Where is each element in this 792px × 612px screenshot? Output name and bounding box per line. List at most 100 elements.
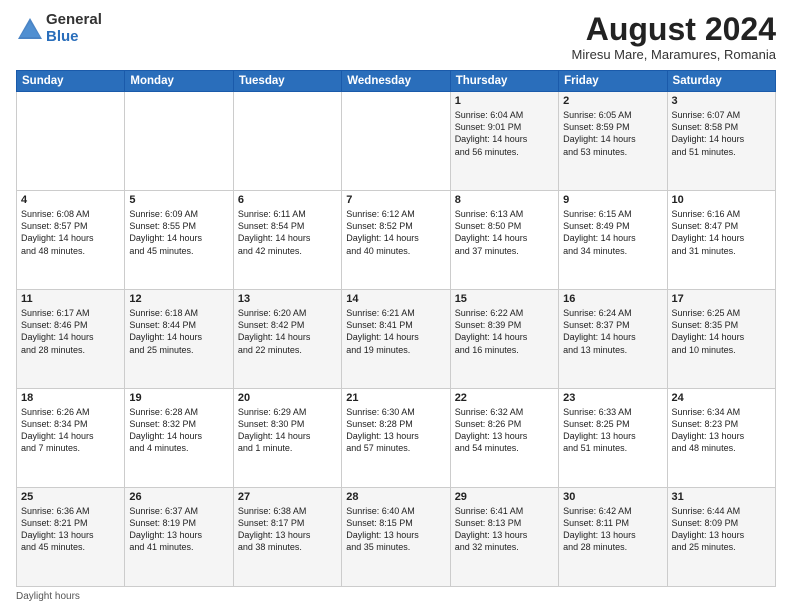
day-number: 29 <box>455 491 554 503</box>
logo: General Blue <box>16 12 102 45</box>
table-row <box>233 92 341 191</box>
table-row: 24 Sunrise: 6:34 AM Sunset: 8:23 PM Dayli… <box>667 389 775 488</box>
table-row: 7Sunrise: 6:12 AM Sunset: 8:52 PM Daylig… <box>342 191 450 290</box>
table-row: 26 Sunrise: 6:37 AM Sunset: 8:19 PM Dayli… <box>125 488 233 587</box>
calendar-week-row: 25 Sunrise: 6:36 AM Sunset: 8:21 PM Dayli… <box>17 488 776 587</box>
table-row: 12Sunrise: 6:18 AM Sunset: 8:44 PM Dayli… <box>125 290 233 389</box>
table-row: 8Sunrise: 6:13 AM Sunset: 8:50 PM Daylig… <box>450 191 558 290</box>
table-row: 30Sunrise: 6:42 AM Sunset: 8:11 PM Dayli… <box>559 488 667 587</box>
day-info: Sunrise: 6:40 AM Sunset: 8:15 PM Dayligh… <box>346 505 445 554</box>
day-info: Sunrise: 6:16 AM Sunset: 8:47 PM Dayligh… <box>672 208 771 257</box>
day-info: Sunrise: 6:29 AM Sunset: 8:30 PM Dayligh… <box>238 406 337 455</box>
day-number: 19 <box>129 392 228 404</box>
calendar-week-row: 11Sunrise: 6:17 AM Sunset: 8:46 PM Dayli… <box>17 290 776 389</box>
table-row: 27 Sunrise: 6:38 AM Sunset: 8:17 PM Dayli… <box>233 488 341 587</box>
day-info: Sunrise: 6:36 AM Sunset: 8:21 PM Dayligh… <box>21 505 120 554</box>
day-number: 14 <box>346 293 445 305</box>
day-info: Sunrise: 6:32 AM Sunset: 8:26 PM Dayligh… <box>455 406 554 455</box>
footer-label: Daylight hours <box>16 591 80 602</box>
day-info: Sunrise: 6:04 AM Sunset: 9:01 PM Dayligh… <box>455 109 554 158</box>
table-row: 25 Sunrise: 6:36 AM Sunset: 8:21 PM Dayli… <box>17 488 125 587</box>
day-info: Sunrise: 6:25 AM Sunset: 8:35 PM Dayligh… <box>672 307 771 356</box>
day-number: 1 <box>455 95 554 107</box>
col-wednesday: Wednesday <box>342 71 450 92</box>
table-row: 22Sunrise: 6:32 AM Sunset: 8:26 PM Dayli… <box>450 389 558 488</box>
page: General Blue August 2024 Miresu Mare, Ma… <box>0 0 792 612</box>
table-row: 15 Sunrise: 6:22 AM Sunset: 8:39 PM Dayli… <box>450 290 558 389</box>
table-row: 13Sunrise: 6:20 AM Sunset: 8:42 PM Dayli… <box>233 290 341 389</box>
day-number: 12 <box>129 293 228 305</box>
day-number: 17 <box>672 293 771 305</box>
table-row: 31 Sunrise: 6:44 AM Sunset: 8:09 PM Dayli… <box>667 488 775 587</box>
table-row: 29 Sunrise: 6:41 AM Sunset: 8:13 PM Dayli… <box>450 488 558 587</box>
table-row <box>342 92 450 191</box>
day-info: Sunrise: 6:42 AM Sunset: 8:11 PM Dayligh… <box>563 505 662 554</box>
table-row: 1 Sunrise: 6:04 AM Sunset: 9:01 PM Daylig… <box>450 92 558 191</box>
day-number: 21 <box>346 392 445 404</box>
calendar-table: Sunday Monday Tuesday Wednesday Thursday… <box>16 70 776 587</box>
day-info: Sunrise: 6:20 AM Sunset: 8:42 PM Dayligh… <box>238 307 337 356</box>
col-monday: Monday <box>125 71 233 92</box>
day-number: 18 <box>21 392 120 404</box>
logo-icon <box>16 15 44 43</box>
day-info: Sunrise: 6:21 AM Sunset: 8:41 PM Dayligh… <box>346 307 445 356</box>
table-row <box>125 92 233 191</box>
day-info: Sunrise: 6:07 AM Sunset: 8:58 PM Dayligh… <box>672 109 771 158</box>
table-row: 23 Sunrise: 6:33 AM Sunset: 8:25 PM Dayli… <box>559 389 667 488</box>
day-number: 23 <box>563 392 662 404</box>
day-number: 25 <box>21 491 120 503</box>
day-number: 26 <box>129 491 228 503</box>
day-info: Sunrise: 6:09 AM Sunset: 8:55 PM Dayligh… <box>129 208 228 257</box>
day-info: Sunrise: 6:33 AM Sunset: 8:25 PM Dayligh… <box>563 406 662 455</box>
day-number: 5 <box>129 194 228 206</box>
day-info: Sunrise: 6:12 AM Sunset: 8:52 PM Dayligh… <box>346 208 445 257</box>
table-row: 28Sunrise: 6:40 AM Sunset: 8:15 PM Dayli… <box>342 488 450 587</box>
col-sunday: Sunday <box>17 71 125 92</box>
day-number: 16 <box>563 293 662 305</box>
day-number: 4 <box>21 194 120 206</box>
table-row: 2Sunrise: 6:05 AM Sunset: 8:59 PM Daylig… <box>559 92 667 191</box>
day-number: 3 <box>672 95 771 107</box>
calendar-week-row: 4 Sunrise: 6:08 AM Sunset: 8:57 PM Daylig… <box>17 191 776 290</box>
day-info: Sunrise: 6:34 AM Sunset: 8:23 PM Dayligh… <box>672 406 771 455</box>
day-info: Sunrise: 6:44 AM Sunset: 8:09 PM Dayligh… <box>672 505 771 554</box>
table-row: 11Sunrise: 6:17 AM Sunset: 8:46 PM Dayli… <box>17 290 125 389</box>
day-info: Sunrise: 6:11 AM Sunset: 8:54 PM Dayligh… <box>238 208 337 257</box>
day-number: 27 <box>238 491 337 503</box>
day-number: 15 <box>455 293 554 305</box>
table-row: 17 Sunrise: 6:25 AM Sunset: 8:35 PM Dayli… <box>667 290 775 389</box>
col-friday: Friday <box>559 71 667 92</box>
table-row: 6Sunrise: 6:11 AM Sunset: 8:54 PM Daylig… <box>233 191 341 290</box>
table-row: 10Sunrise: 6:16 AM Sunset: 8:47 PM Dayli… <box>667 191 775 290</box>
day-info: Sunrise: 6:41 AM Sunset: 8:13 PM Dayligh… <box>455 505 554 554</box>
table-row: 16 Sunrise: 6:24 AM Sunset: 8:37 PM Dayli… <box>559 290 667 389</box>
day-number: 31 <box>672 491 771 503</box>
col-thursday: Thursday <box>450 71 558 92</box>
day-info: Sunrise: 6:08 AM Sunset: 8:57 PM Dayligh… <box>21 208 120 257</box>
day-info: Sunrise: 6:22 AM Sunset: 8:39 PM Dayligh… <box>455 307 554 356</box>
day-info: Sunrise: 6:38 AM Sunset: 8:17 PM Dayligh… <box>238 505 337 554</box>
calendar-week-row: 18Sunrise: 6:26 AM Sunset: 8:34 PM Dayli… <box>17 389 776 488</box>
table-row: 21 Sunrise: 6:30 AM Sunset: 8:28 PM Dayli… <box>342 389 450 488</box>
day-number: 20 <box>238 392 337 404</box>
day-info: Sunrise: 6:30 AM Sunset: 8:28 PM Dayligh… <box>346 406 445 455</box>
table-row: 3 Sunrise: 6:07 AM Sunset: 8:58 PM Daylig… <box>667 92 775 191</box>
day-number: 8 <box>455 194 554 206</box>
col-tuesday: Tuesday <box>233 71 341 92</box>
table-row: 4 Sunrise: 6:08 AM Sunset: 8:57 PM Daylig… <box>17 191 125 290</box>
table-row <box>17 92 125 191</box>
month-year: August 2024 <box>572 12 776 47</box>
day-number: 9 <box>563 194 662 206</box>
day-number: 2 <box>563 95 662 107</box>
table-row: 14 Sunrise: 6:21 AM Sunset: 8:41 PM Dayli… <box>342 290 450 389</box>
logo-text: General Blue <box>46 12 102 45</box>
table-row: 9Sunrise: 6:15 AM Sunset: 8:49 PM Daylig… <box>559 191 667 290</box>
header: General Blue August 2024 Miresu Mare, Ma… <box>16 12 776 62</box>
day-info: Sunrise: 6:37 AM Sunset: 8:19 PM Dayligh… <box>129 505 228 554</box>
day-info: Sunrise: 6:24 AM Sunset: 8:37 PM Dayligh… <box>563 307 662 356</box>
day-number: 24 <box>672 392 771 404</box>
logo-blue-text: Blue <box>46 29 102 46</box>
calendar: Sunday Monday Tuesday Wednesday Thursday… <box>16 70 776 587</box>
footer: Daylight hours <box>16 591 776 602</box>
day-info: Sunrise: 6:28 AM Sunset: 8:32 PM Dayligh… <box>129 406 228 455</box>
